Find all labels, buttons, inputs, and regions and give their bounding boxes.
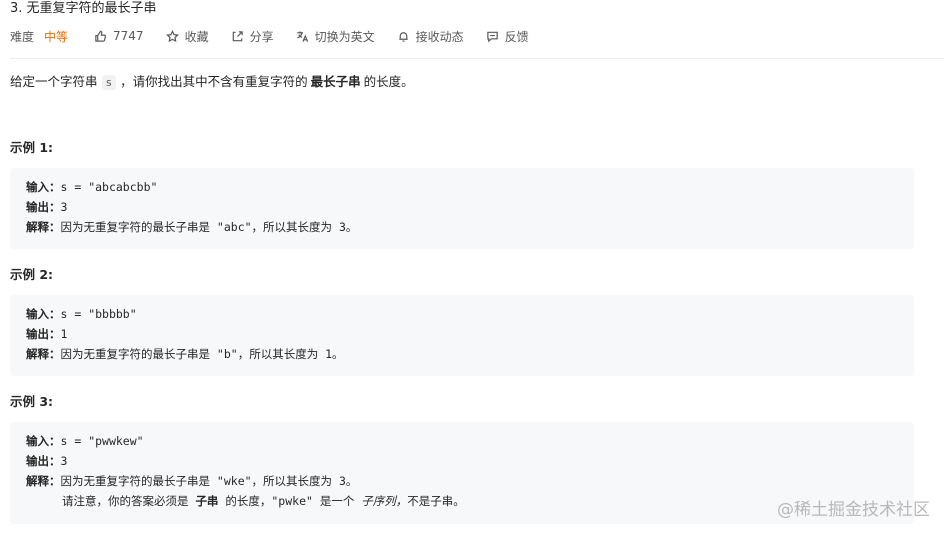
output-value: 3 [60,454,68,468]
watermark: @稀土掘金技术社区 [777,500,930,520]
share-icon [232,30,243,41]
subscribe-button[interactable]: 接收动态 [397,28,464,45]
input-value: s = "pwwkew" [60,434,144,448]
header-divider [10,58,944,59]
example-input-line: 输入：s = "abcabcbb" [26,177,914,197]
example-title: 示例 1: [10,140,54,155]
input-value: s = "bbbbb" [60,307,137,321]
problem-description: 给定一个字符串 s ，请你找出其中不含有重复字符的 最长子串 的长度。 [10,72,414,93]
share-button[interactable]: 分享 [231,28,274,45]
output-label: 输出： [26,200,61,214]
input-label: 输入： [26,180,61,194]
note-italic: 子序列， [361,494,408,508]
difficulty-badge: 中等 [44,29,69,44]
explain-label: 解释： [26,220,61,234]
explain-value: 因为无重复字符的最长子串是 "abc"，所以其长度为 3。 [60,220,358,234]
description-text: 给定一个字符串 [10,74,98,89]
problem-title: 3. 无重复字符的最长子串 [10,1,157,16]
note-bold: 子串 [195,494,219,508]
switch-language-button[interactable]: 切换为英文 [296,28,375,45]
note-text: 请注意，你的答案必须是 [62,494,189,508]
description-bold: 最长子串 [310,74,361,89]
explain-label: 解释： [26,474,61,488]
like-count: 7747 [113,29,144,43]
output-value: 1 [60,327,68,341]
star-icon [165,29,179,42]
output-value: 3 [60,200,68,214]
example-input-line: 输入：s = "bbbbb" [26,304,914,324]
output-label: 输出： [26,454,61,468]
feedback-button[interactable]: 反馈 [486,28,529,45]
example-output-line: 输出：3 [26,451,914,471]
example-explain-line: 解释：因为无重复字符的最长子串是 "wke"，所以其长度为 3。 [26,471,914,491]
share-label: 分享 [249,29,274,44]
explain-value: 因为无重复字符的最长子串是 "wke"，所以其长度为 3。 [60,474,358,488]
note-text: 的长度，"pwke" 是一个 [225,494,355,508]
explain-value: 因为无重复字符的最长子串是 "b"，所以其长度为 1。 [60,347,344,361]
input-value: s = "abcabcbb" [60,180,158,194]
example-explain-line: 解释：因为无重复字符的最长子串是 "abc"，所以其长度为 3。 [26,217,914,237]
subscribe-label: 接收动态 [415,29,464,44]
difficulty-label: 难度 [10,29,35,44]
bell-icon [398,31,408,42]
note-text: 不是子串。 [407,494,465,508]
example-title: 示例 2: [10,267,54,282]
input-label: 输入： [26,434,61,448]
thumbs-up-icon [95,30,107,42]
example-block: 输入：s = "bbbbb" 输出：1 解释：因为无重复字符的最长子串是 "b"… [10,295,914,376]
like-button[interactable]: 7747 [94,29,144,43]
explain-label: 解释： [26,347,61,361]
switch-language-label: 切换为英文 [314,29,375,44]
problem-meta-bar: 难度 中等 7747 收藏 分享 切换为英文 接收动态 反馈 [10,26,551,46]
favorite-button[interactable]: 收藏 [165,28,209,45]
example-explain-line: 解释：因为无重复字符的最长子串是 "b"，所以其长度为 1。 [26,344,914,364]
output-label: 输出： [26,327,61,341]
feedback-label: 反馈 [504,29,529,44]
inline-code: s [101,75,117,90]
favorite-label: 收藏 [184,29,209,44]
example-output-line: 输出：3 [26,197,914,217]
example-output-line: 输出：1 [26,324,914,344]
translate-icon [296,30,308,42]
input-label: 输入： [26,307,61,321]
description-text: ，请你找出其中不含有重复字符的 [120,74,308,89]
feedback-icon [486,31,498,42]
example-title: 示例 3: [10,394,54,409]
description-text: 的长度。 [363,74,414,89]
example-block: 输入：s = "abcabcbb" 输出：3 解释：因为无重复字符的最长子串是 … [10,168,914,249]
example-input-line: 输入：s = "pwwkew" [26,431,914,451]
